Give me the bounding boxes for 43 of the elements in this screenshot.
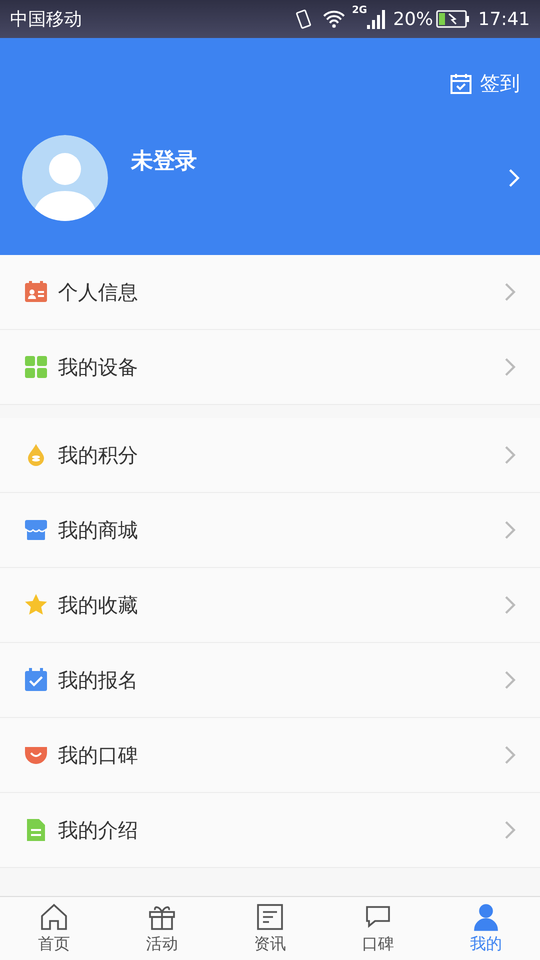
carrier-name: 中国移动: [10, 8, 82, 31]
wifi-icon: [322, 9, 346, 29]
vibrate-icon: [294, 8, 314, 30]
id-card-icon: [24, 280, 48, 304]
menu-item[interactable]: 我的商城: [0, 493, 540, 568]
checkin-button[interactable]: 签到: [450, 70, 520, 97]
menu-item[interactable]: 我的设备: [0, 330, 540, 405]
menu-item[interactable]: 我的报名: [0, 643, 540, 718]
username: 未登录: [131, 148, 197, 176]
menu-item[interactable]: 我的积分: [0, 418, 540, 493]
tab[interactable]: 资讯: [216, 897, 324, 960]
battery-percent: 20%: [393, 8, 434, 30]
chevron-icon: [504, 520, 516, 540]
tab[interactable]: 我的: [432, 897, 540, 960]
chevron-icon: [508, 168, 520, 188]
chevron-icon: [504, 745, 516, 765]
chevron-icon: [504, 282, 516, 302]
chevron-icon: [504, 820, 516, 840]
chevron-icon: [504, 357, 516, 377]
calendar-check-icon: [450, 72, 472, 94]
tab[interactable]: 口碑: [324, 897, 432, 960]
avatar[interactable]: [22, 135, 108, 221]
signal-icon: [367, 9, 386, 29]
menu-item[interactable]: 个人信息: [0, 255, 540, 330]
document-icon: [255, 902, 285, 932]
person-icon: [471, 902, 501, 932]
chevron-icon: [504, 445, 516, 465]
grid-icon: [24, 355, 48, 379]
home-icon: [39, 902, 69, 932]
clock: 17:41: [478, 8, 530, 30]
calendar-check-icon: [24, 668, 48, 692]
battery-icon: [436, 10, 470, 28]
menu-item[interactable]: 我的收藏: [0, 568, 540, 643]
chevron-icon: [504, 670, 516, 690]
tab[interactable]: 活动: [108, 897, 216, 960]
menu-item[interactable]: 我的介绍: [0, 793, 540, 868]
network-type: 2G: [352, 5, 368, 16]
document-icon: [24, 818, 48, 842]
chevron-icon: [504, 595, 516, 615]
star-icon: [24, 593, 48, 617]
tab[interactable]: 首页: [0, 897, 108, 960]
menu-item[interactable]: 我的口碑: [0, 718, 540, 793]
shop-icon: [24, 518, 48, 542]
